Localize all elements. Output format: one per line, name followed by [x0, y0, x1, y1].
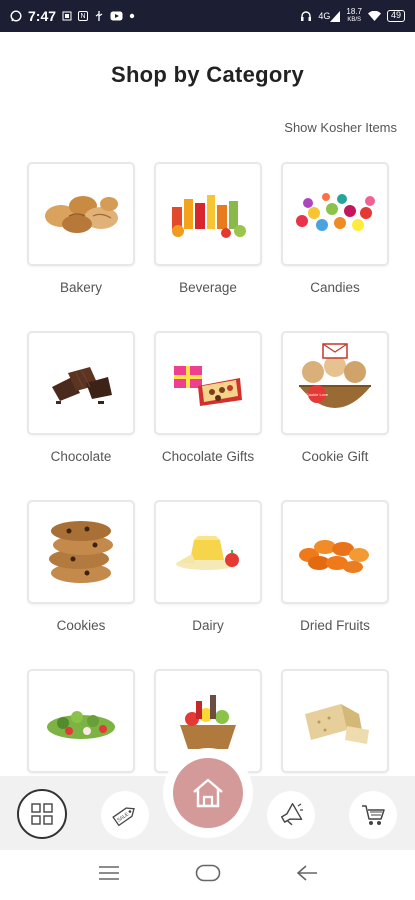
chocolate-gifts-image	[174, 366, 242, 406]
category-candies[interactable]: Candies	[281, 162, 389, 331]
cookies-image	[49, 521, 113, 583]
category-bakery[interactable]: Bakery	[27, 162, 135, 331]
nav-sale-button[interactable]: SALE	[101, 791, 149, 839]
category-label: Candies	[310, 280, 360, 295]
salad-image	[47, 711, 115, 739]
data-speed: 18.7 KB/S	[346, 8, 362, 24]
status-left: 7:47 N	[10, 8, 135, 24]
category-dried-fruits[interactable]: Dried Fruits	[281, 500, 389, 669]
category-label: Cookie Gift	[301, 449, 369, 464]
headset-icon	[300, 10, 312, 22]
dairy-image	[176, 536, 239, 570]
status-bar: 7:47 N 4G 18.7 KB/S 49	[0, 0, 415, 32]
sim-icon	[62, 11, 72, 21]
category-tile[interactable]	[154, 500, 262, 604]
category-tile[interactable]	[27, 669, 135, 773]
cookie-gift-tag: Cookie Love	[306, 392, 329, 397]
category-chocolate[interactable]: Chocolate	[27, 331, 135, 500]
status-time: 7:47	[28, 8, 57, 24]
category-grid: Bakery Beverage Candies Chocolate Chocol…	[27, 162, 389, 838]
battery-indicator: 49	[386, 10, 405, 22]
category-tile[interactable]	[27, 500, 135, 604]
megaphone-icon	[281, 803, 303, 826]
nav-home-button[interactable]	[173, 758, 243, 828]
category-dairy[interactable]: Dairy	[154, 500, 262, 669]
notification-icon: N	[78, 11, 89, 21]
category-label: Chocolate	[50, 449, 112, 464]
category-label: Bakery	[59, 280, 103, 295]
bottom-nav: SALE	[0, 748, 415, 850]
status-right: 4G 18.7 KB/S 49	[300, 8, 405, 24]
category-label: Cookies	[56, 618, 106, 633]
gift-basket-image	[180, 695, 236, 749]
category-tile[interactable]: Cookie Love	[281, 331, 389, 435]
home-icon	[193, 778, 223, 808]
wifi-icon	[367, 11, 381, 21]
data-speed-unit: KB/S	[347, 17, 362, 23]
network-label: 4G	[318, 11, 331, 21]
nav-promotions-button[interactable]	[267, 791, 315, 839]
back-arrow-icon[interactable]	[296, 864, 318, 887]
chocolate-image	[52, 367, 112, 404]
category-label: Chocolate Gifts	[161, 449, 255, 464]
category-tile[interactable]	[27, 162, 135, 266]
nav-cart-button[interactable]	[349, 791, 397, 839]
category-cookies[interactable]: Cookies	[27, 500, 135, 669]
nav-categories-button[interactable]	[17, 789, 67, 839]
halva-image	[305, 704, 369, 744]
system-nav-bar	[0, 850, 415, 900]
category-cookie-gift[interactable]: Cookie Love Cookie Gift	[281, 331, 389, 500]
category-beverage[interactable]: Beverage	[154, 162, 262, 331]
usb-icon	[94, 10, 104, 22]
page-title: Shop by Category	[110, 62, 305, 87]
menu-icon[interactable]	[98, 865, 120, 886]
candies-image	[296, 193, 375, 231]
nav-home-ring	[163, 748, 253, 838]
category-tile[interactable]	[27, 331, 135, 435]
sale-tag-icon: SALE	[112, 807, 135, 827]
category-tile[interactable]	[281, 162, 389, 266]
youtube-icon	[110, 11, 123, 21]
grid-icon	[31, 803, 53, 825]
category-tile[interactable]	[154, 331, 262, 435]
category-label: Beverage	[179, 280, 237, 295]
data-speed-value: 18.7	[346, 7, 362, 16]
category-chocolate-gifts[interactable]: Chocolate Gifts	[154, 331, 262, 500]
home-circle-icon[interactable]	[195, 864, 221, 887]
category-tile[interactable]	[281, 669, 389, 773]
category-tile[interactable]	[154, 162, 262, 266]
beverage-image	[172, 195, 246, 238]
dried-fruits-image	[299, 540, 369, 573]
category-tile[interactable]	[281, 500, 389, 604]
signal-icon: 4G	[318, 10, 341, 22]
show-kosher-link[interactable]: Show Kosher Items	[284, 120, 397, 135]
category-label: Dairy	[192, 618, 224, 633]
dot-icon	[129, 13, 135, 19]
cookie-gift-image: Cookie Love	[299, 343, 371, 408]
cart-icon	[362, 805, 385, 825]
whatsapp-icon	[10, 10, 22, 22]
bakery-image	[45, 196, 118, 233]
category-label: Dried Fruits	[300, 618, 370, 633]
